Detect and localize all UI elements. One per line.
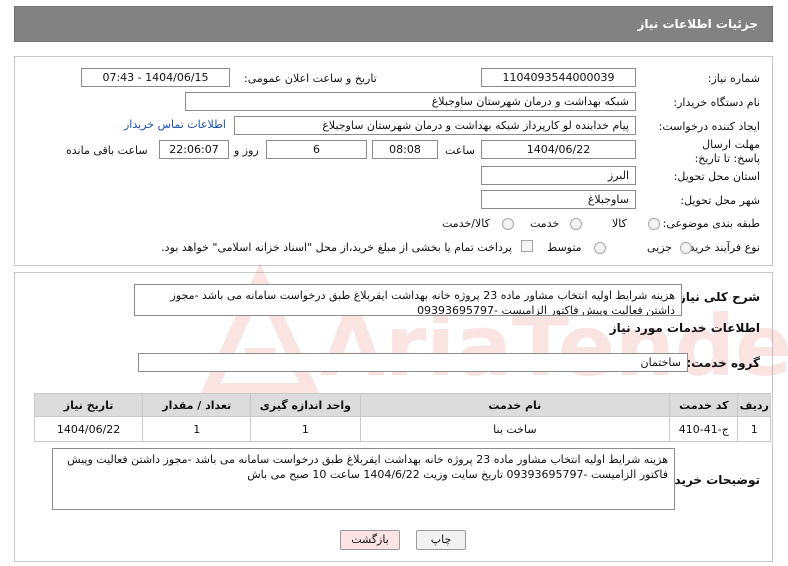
- services-table: ردیف کد خدمت نام خدمت واحد اندازه گیری ت…: [33, 393, 771, 442]
- table-row: 1 ج-41-410 ساخت بنا 1 1 1404/06/22: [33, 416, 771, 442]
- cell-row: 1: [737, 416, 771, 442]
- col-unit-header: واحد اندازه گیری: [250, 393, 361, 417]
- category-service-label: خدمت: [530, 217, 560, 230]
- service-group-field: ساختمان: [138, 353, 688, 372]
- services-section-title: اطلاعات خدمات مورد نیاز: [609, 321, 760, 335]
- remaining-days-field: 6: [266, 140, 367, 159]
- category-goods-label: کالا: [612, 217, 627, 230]
- deadline-time-label: ساعت: [445, 144, 475, 157]
- cell-unit: 1: [250, 416, 361, 442]
- purchase-medium-label: متوسط: [547, 241, 582, 254]
- need-number-field: 1104093544000039: [481, 68, 636, 87]
- requester-label: ایجاد کننده درخواست:: [658, 120, 760, 133]
- deadline-label: مهلت ارسال پاسخ: تا تاریخ:: [694, 138, 760, 165]
- col-code-header: کد خدمت: [669, 393, 739, 417]
- print-button[interactable]: چاپ: [416, 530, 466, 550]
- col-row-header: ردیف: [737, 393, 771, 417]
- purchase-minor-radio[interactable]: [680, 242, 692, 254]
- category-goods-service-radio[interactable]: [502, 218, 514, 230]
- city-field: ساوجبلاغ: [481, 190, 636, 209]
- cell-date: 1404/06/22: [33, 416, 144, 442]
- need-number-label: شماره نیاز:: [707, 72, 760, 85]
- remaining-time-label: ساعت باقی مانده: [66, 144, 148, 157]
- back-button[interactable]: بازگشت: [340, 530, 400, 550]
- col-qty-header: تعداد / مقدار: [142, 393, 252, 417]
- city-label: شهر محل تحویل:: [680, 194, 760, 207]
- deadline-time-field: 08:08: [372, 140, 438, 159]
- cell-code: ج-41-410: [669, 416, 739, 442]
- col-name-header: نام خدمت: [359, 393, 671, 417]
- province-label: استان محل تحویل:: [673, 170, 760, 183]
- page-title-bar: جزئیات اطلاعات نیاز: [14, 6, 773, 42]
- treasury-docs-note: پرداخت تمام یا بخشی از مبلغ خرید،از محل …: [161, 241, 512, 254]
- cell-qty: 1: [142, 416, 252, 442]
- category-label: طبقه بندی موضوعی:: [662, 217, 760, 230]
- category-goods-service-label: کالا/خدمت: [442, 217, 490, 230]
- table-header-row: ردیف کد خدمت نام خدمت واحد اندازه گیری ت…: [33, 393, 771, 417]
- category-goods-radio[interactable]: [648, 218, 660, 230]
- province-field: البرز: [481, 166, 636, 185]
- buyer-notes-textarea[interactable]: هزینه شرایط اولیه انتخاب مشاور ماده 23 پ…: [52, 448, 675, 510]
- remaining-days-label: روز و: [234, 144, 259, 157]
- buyer-contact-link[interactable]: اطلاعات تماس خریدار: [124, 118, 226, 131]
- purchase-type-label: نوع فرآیند خرید :: [682, 241, 760, 254]
- description-textarea[interactable]: هزینه شرایط اولیه انتخاب مشاور ماده 23 پ…: [134, 284, 682, 316]
- announce-datetime-label: تاریخ و ساعت اعلان عمومی:: [244, 72, 377, 85]
- col-date-header: تاریخ نیاز: [33, 393, 144, 417]
- remaining-time-field: 22:06:07: [159, 140, 229, 159]
- page-title: جزئیات اطلاعات نیاز: [637, 17, 758, 31]
- service-group-label: گروه خدمت:: [686, 356, 760, 370]
- description-label: شرح کلی نیاز:: [674, 290, 760, 304]
- requester-field: پیام خدابنده لو کارپرداز شبکه بهداشت و د…: [234, 116, 636, 135]
- buyer-org-field: شبکه بهداشت و درمان شهرستان ساوجبلاغ: [185, 92, 636, 111]
- cell-name: ساخت بنا: [359, 416, 671, 442]
- announce-datetime-field: 1404/06/15 - 07:43: [81, 68, 230, 87]
- info-panel: [14, 56, 773, 266]
- treasury-docs-checkbox[interactable]: [521, 240, 533, 252]
- category-service-radio[interactable]: [570, 218, 582, 230]
- buyer-org-label: نام دستگاه خریدار:: [673, 96, 760, 109]
- purchase-minor-label: جزیی: [647, 241, 673, 254]
- purchase-medium-radio[interactable]: [594, 242, 606, 254]
- deadline-date-field: 1404/06/22: [481, 140, 636, 159]
